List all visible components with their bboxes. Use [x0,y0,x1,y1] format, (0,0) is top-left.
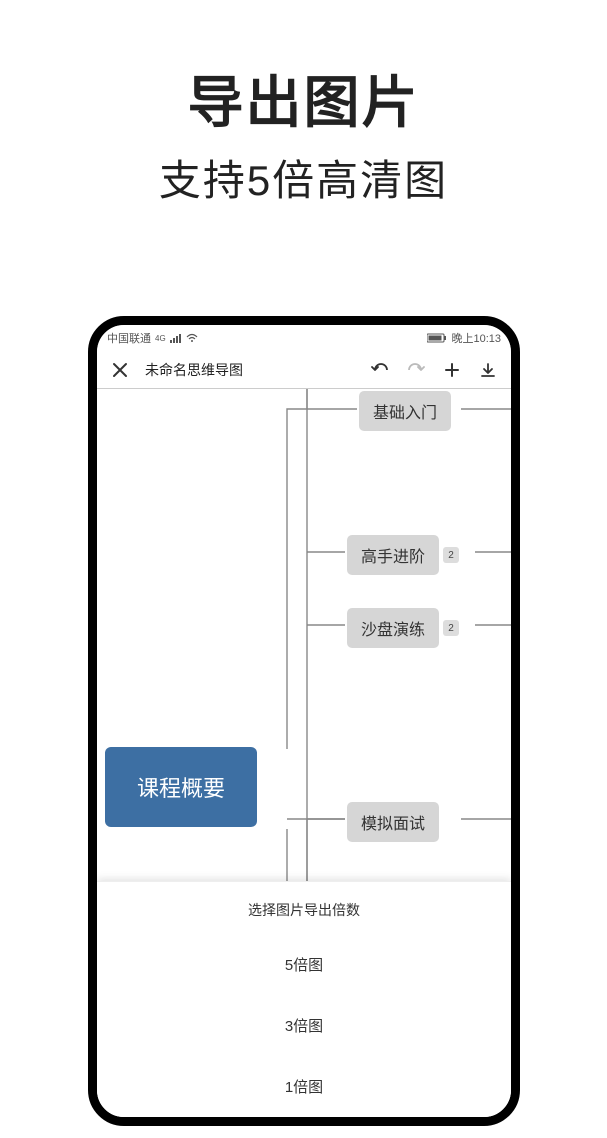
redo-icon[interactable] [401,355,431,385]
promo-title: 导出图片 [0,58,607,139]
phone-frame: 中国联通 4G 晚上10:13 [88,316,520,1126]
sheet-title: 选择图片导出倍数 [97,882,511,934]
node-label: 沙盘演练 [361,622,425,639]
node-label: 基础入门 [373,405,437,422]
child-count-badge: 2 [443,620,459,636]
status-bar: 中国联通 4G 晚上10:13 [97,325,511,351]
mindmap-node[interactable]: 沙盘演练 2 [347,608,439,648]
wifi-icon [186,333,198,343]
mindmap-node[interactable]: 模拟面试 [347,802,439,842]
close-icon[interactable] [105,355,135,385]
undo-icon[interactable] [365,355,395,385]
document-title: 未命名思维导图 [145,360,243,380]
add-icon[interactable] [437,355,467,385]
signal-icon [170,333,182,343]
battery-icon [427,333,447,343]
mindmap-node[interactable]: 高手进阶 2 [347,535,439,575]
export-option-3x[interactable]: 3倍图 [97,995,511,1056]
export-sheet: 选择图片导出倍数 5倍图 3倍图 1倍图 [97,881,511,1117]
promo-subtitle: 支持5倍高清图 [0,147,607,208]
network-label: 4G [155,334,166,343]
carrier-label: 中国联通 [107,330,151,346]
node-label: 模拟面试 [361,816,425,833]
download-icon[interactable] [473,355,503,385]
mindmap-node[interactable]: 基础入门 [359,391,451,431]
node-label: 课程概要 [137,776,225,801]
export-option-5x[interactable]: 5倍图 [97,934,511,995]
mindmap-root-node[interactable]: 课程概要 [105,747,257,827]
export-option-1x[interactable]: 1倍图 [97,1056,511,1117]
child-count-badge: 2 [443,547,459,563]
status-time: 晚上10:13 [451,330,501,346]
node-label: 高手进阶 [361,549,425,566]
app-toolbar: 未命名思维导图 [97,351,511,389]
